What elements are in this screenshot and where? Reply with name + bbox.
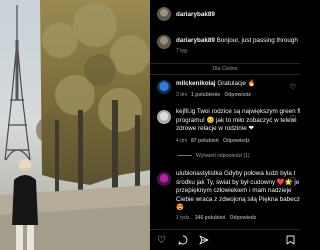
comment-meta: 1 tydz. 346 polubień Odpowiedz [176,215,256,221]
divider [150,229,300,230]
author-comment-avatar[interactable] [157,35,171,49]
comment-likes[interactable]: 1 polubienie [191,92,220,98]
comment-line: 😍 [176,204,184,212]
like-icon[interactable]: ♡ [156,235,167,248]
comment-body: Gratulacje [217,80,247,87]
author-comment: dariarybak89 Bonjour, just passing throu… [150,35,300,57]
comment-likes[interactable]: 346 polubień [195,215,226,221]
reply-button[interactable]: Odpowiedz [224,92,251,98]
comment-line: Ciebie wraca z zdwojoną siłą Piękna babe… [176,195,300,203]
comment-meta: 3 dni 1 polubienie Odpowiedz [176,92,251,98]
comment-line: kejfil.ig Twoi rodzice są największym gr… [176,108,300,115]
like-comment-icon[interactable]: ♡ [290,114,296,122]
like-comment-icon[interactable]: ♡ [290,176,296,184]
commenter-avatar[interactable] [157,80,171,94]
view-replies-button[interactable]: Wyświetl odpowiedzi (1) [178,153,250,159]
commenter-avatar[interactable] [157,110,171,124]
comment-line: przepięknym człowiekiem i mam nadzieje [176,187,292,195]
comment-icon[interactable] [177,235,188,248]
post-header: dariarybak89 [150,7,300,23]
reply-button[interactable]: Odpowiedz [223,138,250,144]
divider [150,63,300,64]
author-username[interactable]: dariarybak89 [176,11,215,18]
comment-line: programu! 😊 jak to miło zobaczyć w telew… [176,116,297,124]
comment-text: milckenikolaj Gratulacje 🔥 [176,80,256,89]
like-comment-icon[interactable]: ♡ [290,83,296,91]
comment-meta: 4 dni 87 polubień Odpowiedz [176,138,250,144]
reply-button[interactable]: Odpowiedz [230,215,257,221]
comment-item: milckenikolaj Gratulacje 🔥 3 dni 1 polub… [150,79,300,101]
for-you-label: Dla Ciebie [212,66,238,72]
fire-emoji: 🔥 [247,80,256,87]
author-avatar[interactable] [157,7,171,21]
paris-scene-illustration [0,0,150,250]
comment-item: ulubionastylistka Gdyby połowa ludzi był… [150,170,300,230]
divider [150,74,300,75]
comment-line: zdrowe relacje w rodzinie ❤ [176,125,254,133]
commenter-username[interactable]: milckenikolaj [176,80,216,87]
author-comment-text: dariarybak89 Bonjour, just passing throu… [176,37,298,46]
comment-text: kejfil.ig Twoi rodzice są największym gr… [176,108,300,134]
comment-item: kejfil.ig Twoi rodzice są największym gr… [150,108,300,156]
comment-line: ulubionastylistka Gdyby połowa ludzi był… [176,170,296,177]
comments-panel: dariarybak89 dariarybak89 Bonjour, just … [150,0,300,250]
comment-line: środku jak Ty, świat by był cudowny ❤️🌟 … [176,178,300,186]
comment-time: 1 tydz. [176,215,191,221]
author-comment-body: Bonjour, just passing through [216,37,298,44]
post-photo [0,0,150,250]
author-comment-username[interactable]: dariarybak89 [176,37,215,44]
comment-likes[interactable]: 87 polubień [191,138,219,144]
comment-time: 3 dni [176,92,187,98]
comment-time: 4 dni [176,138,187,144]
share-icon[interactable] [198,235,209,248]
author-comment-time: 7 tyg. [176,48,189,54]
action-bar: ♡ [156,235,209,248]
save-icon[interactable] [286,235,295,248]
comment-text: ulubionastylistka Gdyby połowa ludzi był… [176,170,300,213]
commenter-avatar[interactable] [157,172,171,186]
